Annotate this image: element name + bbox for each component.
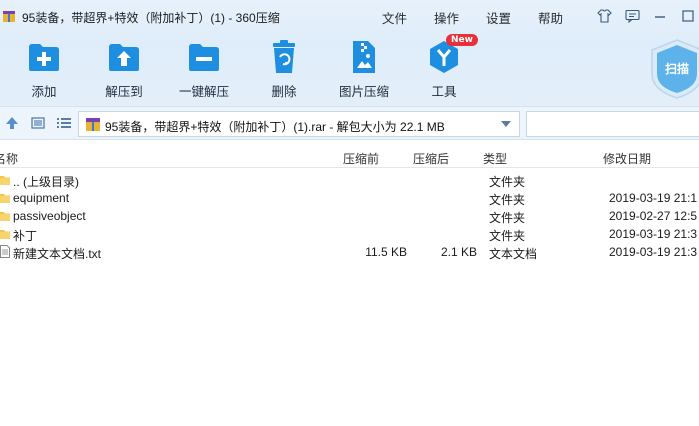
archive-path-text: 95装备，带超界+特效（附加补丁）(1).rar - 解包大小为 22.1 MB xyxy=(105,120,445,134)
folder-icon xyxy=(0,194,10,203)
thumbnail-view-icon[interactable] xyxy=(30,115,46,131)
feedback-icon[interactable] xyxy=(624,8,640,24)
list-view-icon[interactable] xyxy=(56,115,72,131)
file-size: 11.5 KB xyxy=(365,245,407,259)
delete-button[interactable]: 删除 xyxy=(244,40,324,100)
archive-path-dropdown[interactable]: 95装备，带超界+特效（附加补丁）(1).rar - 解包大小为 22.1 MB xyxy=(78,111,520,137)
file-type: 文件夹 xyxy=(489,211,526,225)
maximize-icon[interactable] xyxy=(680,8,696,24)
delete-label: 删除 xyxy=(271,85,297,99)
skin-shirt-icon[interactable] xyxy=(596,8,612,24)
extract-to-button[interactable]: 解压到 xyxy=(84,40,164,100)
menu-help[interactable]: 帮助 xyxy=(538,8,563,27)
title-bar: 95装备，带超界+特效（附加补丁）(1) - 360压缩 文件 操作 设置 帮助 xyxy=(0,0,699,32)
text-file-icon xyxy=(0,245,10,258)
file-type: 文件夹 xyxy=(489,229,526,243)
new-badge: New xyxy=(446,34,478,46)
file-name: equipment xyxy=(13,191,70,205)
tools-label: 工具 xyxy=(431,85,457,99)
file-compressed-size: 2.1 KB xyxy=(440,245,477,259)
extract-to-label: 解压到 xyxy=(105,85,143,99)
file-modified: 2019-03-19 21:3 xyxy=(609,227,698,241)
table-row[interactable]: passiveobject 文件夹 2019-02-27 12:5 xyxy=(0,207,699,225)
one-click-extract-label: 一键解压 xyxy=(178,85,229,99)
up-arrow-icon[interactable] xyxy=(4,115,20,131)
scan-label: 扫描 xyxy=(665,61,689,76)
add-label: 添加 xyxy=(31,85,57,99)
column-size[interactable]: 压缩前 xyxy=(343,150,379,167)
folder-icon xyxy=(0,230,10,239)
menu-operate[interactable]: 操作 xyxy=(434,8,459,27)
search-input[interactable] xyxy=(526,111,699,137)
window-title: 95装备，带超界+特效（附加补丁）(1) - 360压缩 xyxy=(22,11,280,25)
file-modified: 2019-03-19 21:3 xyxy=(609,245,698,259)
table-row[interactable]: equipment 文件夹 2019-03-19 21:1 xyxy=(0,189,699,207)
chevron-down-icon[interactable] xyxy=(501,121,511,127)
folder-icon xyxy=(0,176,10,185)
column-type[interactable]: 类型 xyxy=(483,150,507,167)
table-row[interactable]: 补丁 文件夹 2019-03-19 21:3 xyxy=(0,225,699,243)
file-modified: 2019-02-27 12:5 xyxy=(609,209,698,223)
column-modified[interactable]: 修改日期 xyxy=(603,150,651,167)
file-type: 文本文档 xyxy=(489,247,538,261)
column-compressed[interactable]: 压缩后 xyxy=(413,150,449,167)
menu-settings[interactable]: 设置 xyxy=(486,8,511,27)
address-bar-row: 95装备，带超界+特效（附加补丁）(1).rar - 解包大小为 22.1 MB xyxy=(0,106,699,140)
column-name[interactable]: 名称 xyxy=(0,150,18,167)
file-name: passiveobject xyxy=(13,209,86,223)
one-click-extract-icon xyxy=(186,40,222,74)
file-name: 补丁 xyxy=(13,229,38,243)
image-compress-button[interactable]: 图片压缩 xyxy=(324,40,404,100)
image-compress-label: 图片压缩 xyxy=(338,85,389,99)
delete-icon xyxy=(266,40,302,74)
file-type: 文件夹 xyxy=(489,175,526,189)
scan-shield-icon: 扫描 xyxy=(651,39,699,99)
file-name: 新建文本文档.txt xyxy=(13,247,102,261)
file-modified: 2019-03-19 21:1 xyxy=(609,191,698,205)
rar-archive-icon xyxy=(86,118,100,131)
file-list-header: 名称 压缩前 压缩后 类型 修改日期 xyxy=(0,146,699,168)
file-type: 文件夹 xyxy=(489,193,526,207)
one-click-extract-button[interactable]: 一键解压 xyxy=(164,40,244,100)
image-compress-icon xyxy=(346,40,382,74)
tools-button[interactable]: 工具 xyxy=(404,40,484,100)
minimize-icon[interactable] xyxy=(652,8,668,24)
add-icon xyxy=(26,40,62,74)
add-button[interactable]: 添加 xyxy=(4,40,84,100)
table-row[interactable]: 新建文本文档.txt 11.5 KB 2.1 KB 文本文档 2019-03-19 21… xyxy=(0,243,699,261)
scan-button[interactable]: 扫描 xyxy=(648,38,699,99)
archive-app-icon xyxy=(3,11,15,22)
table-row[interactable]: .. (上级目录) 文件夹 xyxy=(0,171,699,189)
menu-file[interactable]: 文件 xyxy=(382,8,407,27)
file-name: .. (上级目录) xyxy=(13,175,79,189)
folder-icon xyxy=(0,212,10,221)
extract-to-icon xyxy=(106,40,142,74)
